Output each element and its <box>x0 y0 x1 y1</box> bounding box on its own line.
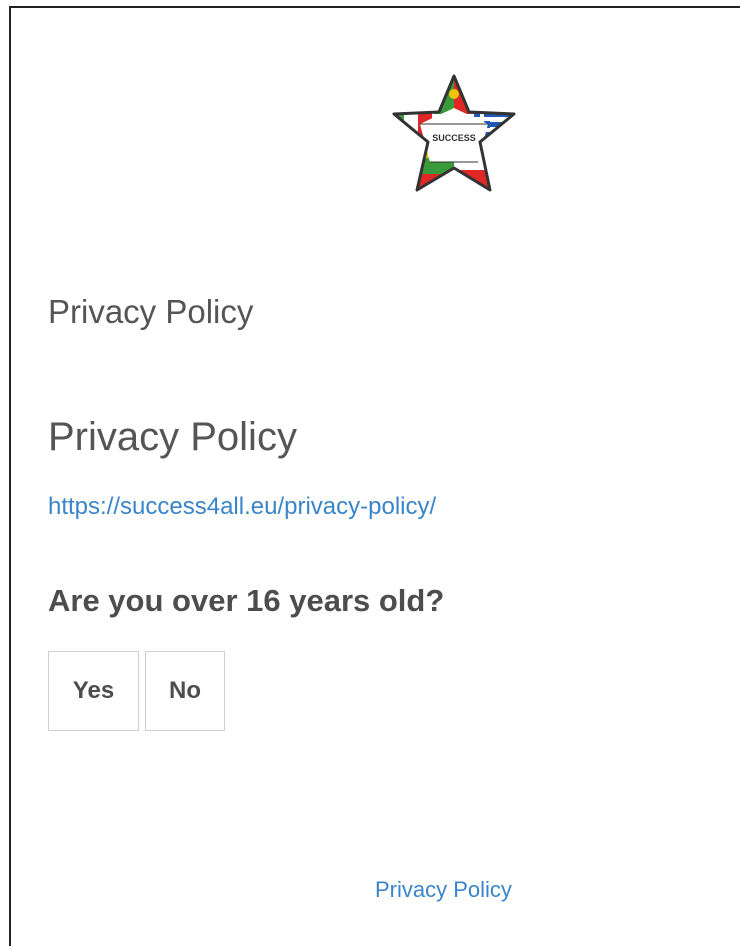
yes-button[interactable]: Yes <box>48 651 139 731</box>
star-flags-logo-icon: SUCCESS <box>392 74 516 192</box>
page-title: Privacy Policy <box>48 415 297 459</box>
page-frame <box>9 6 740 946</box>
privacy-policy-url-link[interactable]: https://success4all.eu/privacy-policy/ <box>48 493 436 521</box>
age-question: Are you over 16 years old? <box>48 583 445 618</box>
no-button[interactable]: No <box>145 651 225 731</box>
footer-privacy-policy-link[interactable]: Privacy Policy <box>375 877 512 903</box>
page-section-title: Privacy Policy <box>48 293 254 330</box>
logo-text: SUCCESS <box>432 133 476 143</box>
